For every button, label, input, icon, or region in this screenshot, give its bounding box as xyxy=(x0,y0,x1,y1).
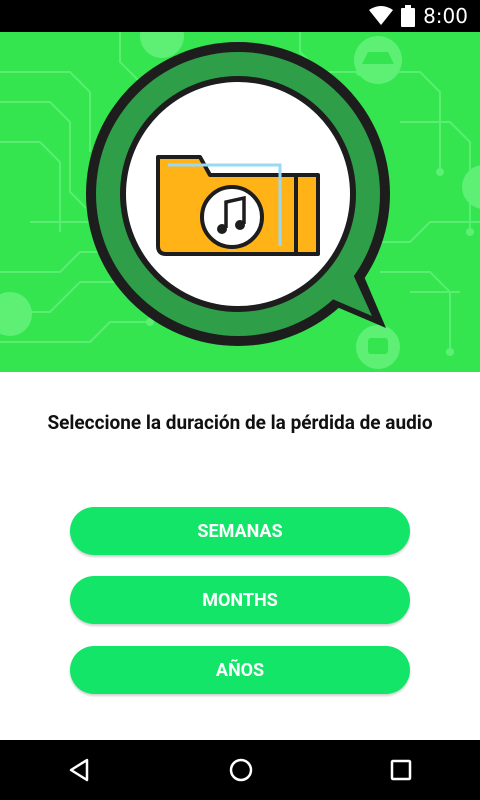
hero-banner xyxy=(0,32,480,372)
status-time: 8:00 xyxy=(423,4,468,28)
status-bar: 8:00 xyxy=(0,0,480,32)
home-circle-icon[interactable] xyxy=(228,757,254,783)
years-button[interactable]: AÑOS xyxy=(70,646,410,694)
weeks-button[interactable]: SEMANAS xyxy=(70,507,410,555)
wifi-icon xyxy=(369,6,394,25)
duration-prompt: Seleccione la duración de la pérdida de … xyxy=(47,411,433,434)
battery-icon xyxy=(401,5,416,27)
back-triangle-icon[interactable] xyxy=(67,757,93,783)
months-button[interactable]: MONTHS xyxy=(70,576,410,624)
nav-bar xyxy=(0,740,480,800)
recents-square-icon[interactable] xyxy=(389,758,413,782)
